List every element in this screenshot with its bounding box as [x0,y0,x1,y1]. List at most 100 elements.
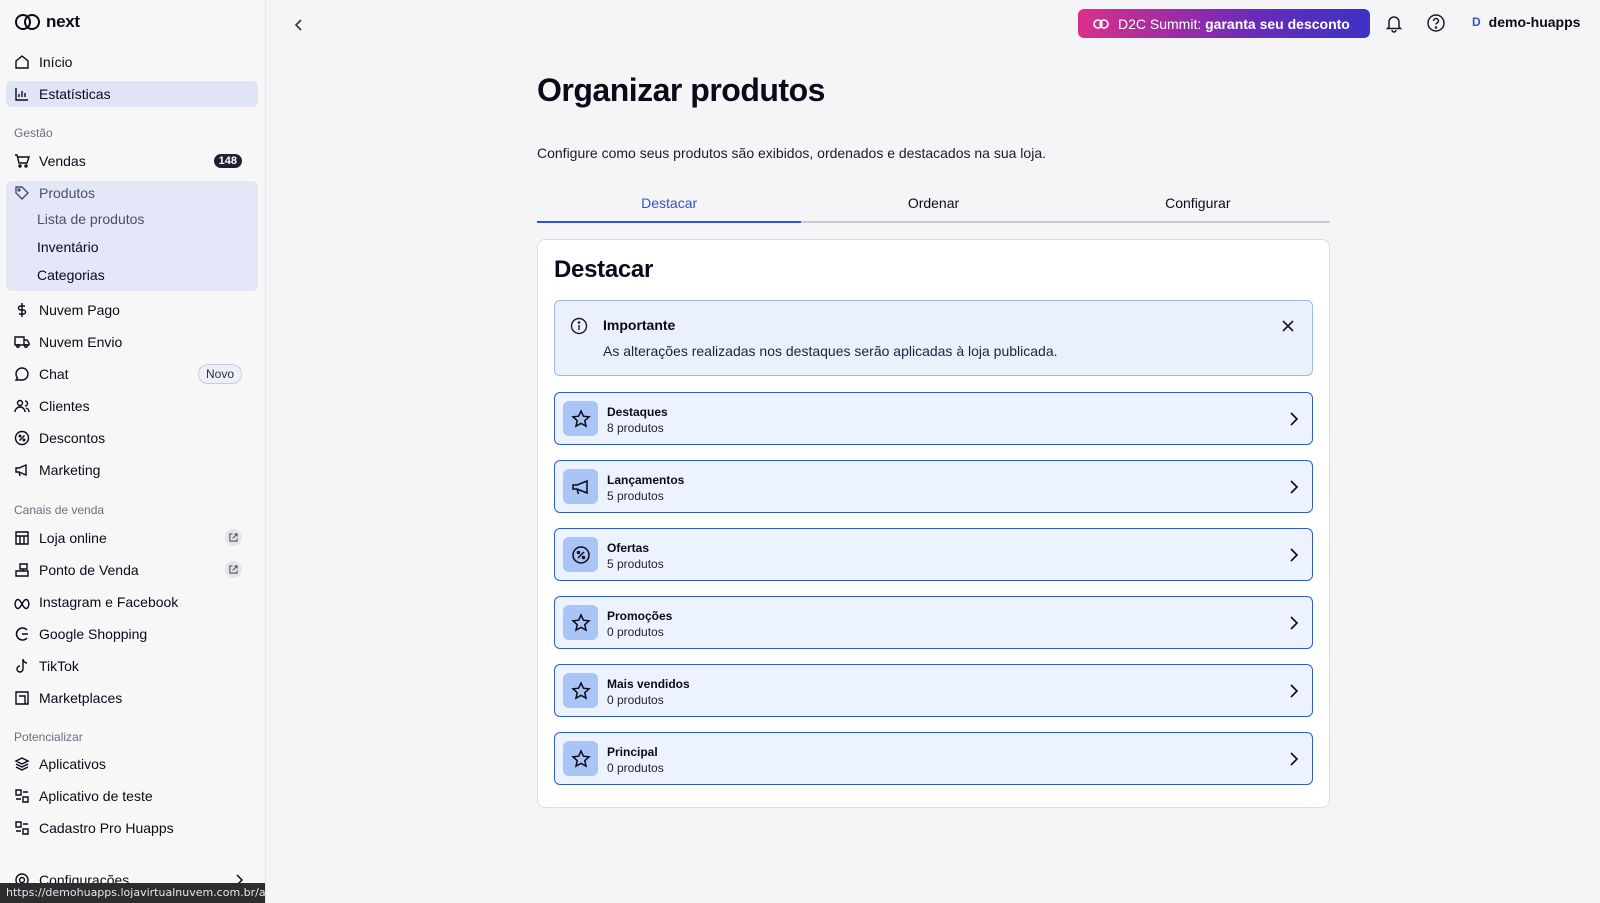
row-subtitle: 5 produtos [607,557,664,571]
sidebar-item-label: Instagram e Facebook [39,594,179,610]
percent-icon [14,430,30,446]
sidebar-item-label: Vendas [39,153,86,169]
highlight-row-destaques[interactable]: Destaques 8 produtos [554,392,1313,445]
sidebar-item-tiktok[interactable]: TikTok [6,653,258,679]
sidebar-item-nuvem-pago[interactable]: Nuvem Pago [6,297,258,323]
sidebar-item-label: Marketing [39,462,101,478]
percent-icon [563,537,598,572]
sidebar-item-inicio[interactable]: Início [6,49,258,75]
status-url-bar: https://demohuapps.lojavirtualnuvem.com.… [0,883,265,903]
sidebar-item-ponto-de-venda[interactable]: Ponto de Venda [6,557,258,583]
link-icon [1093,18,1109,29]
row-title: Promoções [607,609,673,623]
sidebar-item-instagram-facebook[interactable]: Instagram e Facebook [6,589,258,615]
external-link-icon[interactable] [225,529,242,546]
highlight-row-mais-vendidos[interactable]: Mais vendidos 0 produtos [554,664,1313,717]
megaphone-icon [563,469,598,504]
sidebar-item-label: TikTok [39,658,79,674]
sidebar-item-label: Chat [39,366,69,382]
sidebar-item-marketplaces[interactable]: Marketplaces [6,685,258,711]
highlight-row-lancamentos[interactable]: Lançamentos 5 produtos [554,460,1313,513]
logo-text: next [46,12,80,31]
row-subtitle: 0 produtos [607,625,664,639]
section-label-potencializar: Potencializar [14,730,83,744]
star-icon [563,741,598,776]
sidebar-item-estatisticas[interactable]: Estatísticas [6,81,258,107]
sidebar-item-label: Produtos [39,185,96,201]
promo-banner-button[interactable]: D2C Summit: garanta seu desconto [1078,9,1370,38]
close-icon[interactable] [1280,318,1296,334]
sidebar-item-label: Ponto de Venda [39,562,139,578]
chevron-right-icon [1290,480,1299,494]
row-subtitle: 8 produtos [607,421,664,435]
users-icon [14,398,30,414]
row-title: Ofertas [607,541,650,555]
sidebar-item-label: Nuvem Envio [39,334,123,350]
chevron-right-icon [1290,412,1299,426]
sidebar-subitem-inventario[interactable]: Inventário [37,239,98,255]
sidebar-item-marketing[interactable]: Marketing [6,457,258,483]
highlight-row-ofertas[interactable]: Ofertas 5 produtos [554,528,1313,581]
marketplace-icon [14,690,30,706]
sidebar-item-vendas[interactable]: Vendas 148 [6,148,258,174]
bell-icon[interactable] [1384,13,1404,33]
info-alert: Importante As alterações realizadas nos … [554,300,1313,376]
sidebar-item-label: Descontos [39,430,106,446]
sidebar-item-label: Nuvem Pago [39,302,120,318]
apps-icon [14,756,30,772]
card-title: Destacar [554,256,654,283]
user-menu[interactable]: D demo-huapps [1472,14,1580,30]
sidebar-item-loja-online[interactable]: Loja online [6,525,258,551]
user-initial: D [1472,15,1481,29]
sidebar-subitem-categorias[interactable]: Categorias [37,267,105,283]
row-title: Destaques [607,405,668,419]
row-subtitle: 0 produtos [607,693,664,707]
sidebar-item-produtos[interactable]: Produtos [6,180,258,206]
tab-ordenar[interactable]: Ordenar [801,192,1065,221]
highlight-card: Destacar Importante As alterações realiz… [537,239,1330,808]
sidebar-item-label: Aplicativos [39,756,106,772]
highlight-row-principal[interactable]: Principal 0 produtos [554,732,1313,785]
info-icon [570,317,588,335]
star-icon [563,673,598,708]
sidebar-item-label: Cadastro Pro Huapps [39,820,174,836]
store-icon [14,530,30,546]
cart-icon [14,153,30,169]
tab-configurar[interactable]: Configurar [1066,192,1330,221]
sales-count-badge: 148 [213,154,242,168]
chevron-right-icon [1290,548,1299,562]
sidebar-item-cadastro-pro-huapps[interactable]: Cadastro Pro Huapps [6,815,258,841]
star-icon [563,401,598,436]
bar-chart-icon [14,86,30,102]
sidebar-item-nuvem-envio[interactable]: Nuvem Envio [6,329,258,355]
sidebar-item-clientes[interactable]: Clientes [6,393,258,419]
sidebar-item-aplicativos[interactable]: Aplicativos [6,751,258,777]
dollar-icon [14,302,30,318]
page-description: Configure como seus produtos são exibido… [537,145,1046,161]
page-title: Organizar produtos [537,72,825,108]
sidebar-item-descontos[interactable]: Descontos [6,425,258,451]
sidebar-item-chat[interactable]: Chat Novo [6,361,258,387]
chevron-right-icon [1290,616,1299,630]
sidebar-item-aplicativo-de-teste[interactable]: Aplicativo de teste [6,783,258,809]
promo-prefix: D2C Summit: [1118,15,1202,32]
logo[interactable]: next [14,12,80,32]
highlight-row-promocoes[interactable]: Promoções 0 produtos [554,596,1313,649]
meta-icon [14,594,30,610]
sidebar-item-label: Clientes [39,398,90,414]
section-label-canais: Canais de venda [14,503,105,517]
row-title: Lançamentos [607,473,685,487]
sidebar-subitem-lista-produtos[interactable]: Lista de produtos [37,211,144,227]
chevron-right-icon [1290,752,1299,766]
collapse-sidebar-icon[interactable] [290,16,308,34]
star-icon [563,605,598,640]
row-subtitle: 0 produtos [607,761,664,775]
tab-destacar[interactable]: Destacar [537,192,802,223]
promo-bold: garanta seu desconto [1205,15,1350,32]
app-test-icon [14,820,30,836]
external-link-icon[interactable] [225,561,242,578]
help-icon[interactable] [1426,13,1446,33]
sidebar-item-google-shopping[interactable]: Google Shopping [6,621,258,647]
sidebar-item-label: Estatísticas [39,86,111,102]
sidebar-item-label: Marketplaces [39,690,123,706]
